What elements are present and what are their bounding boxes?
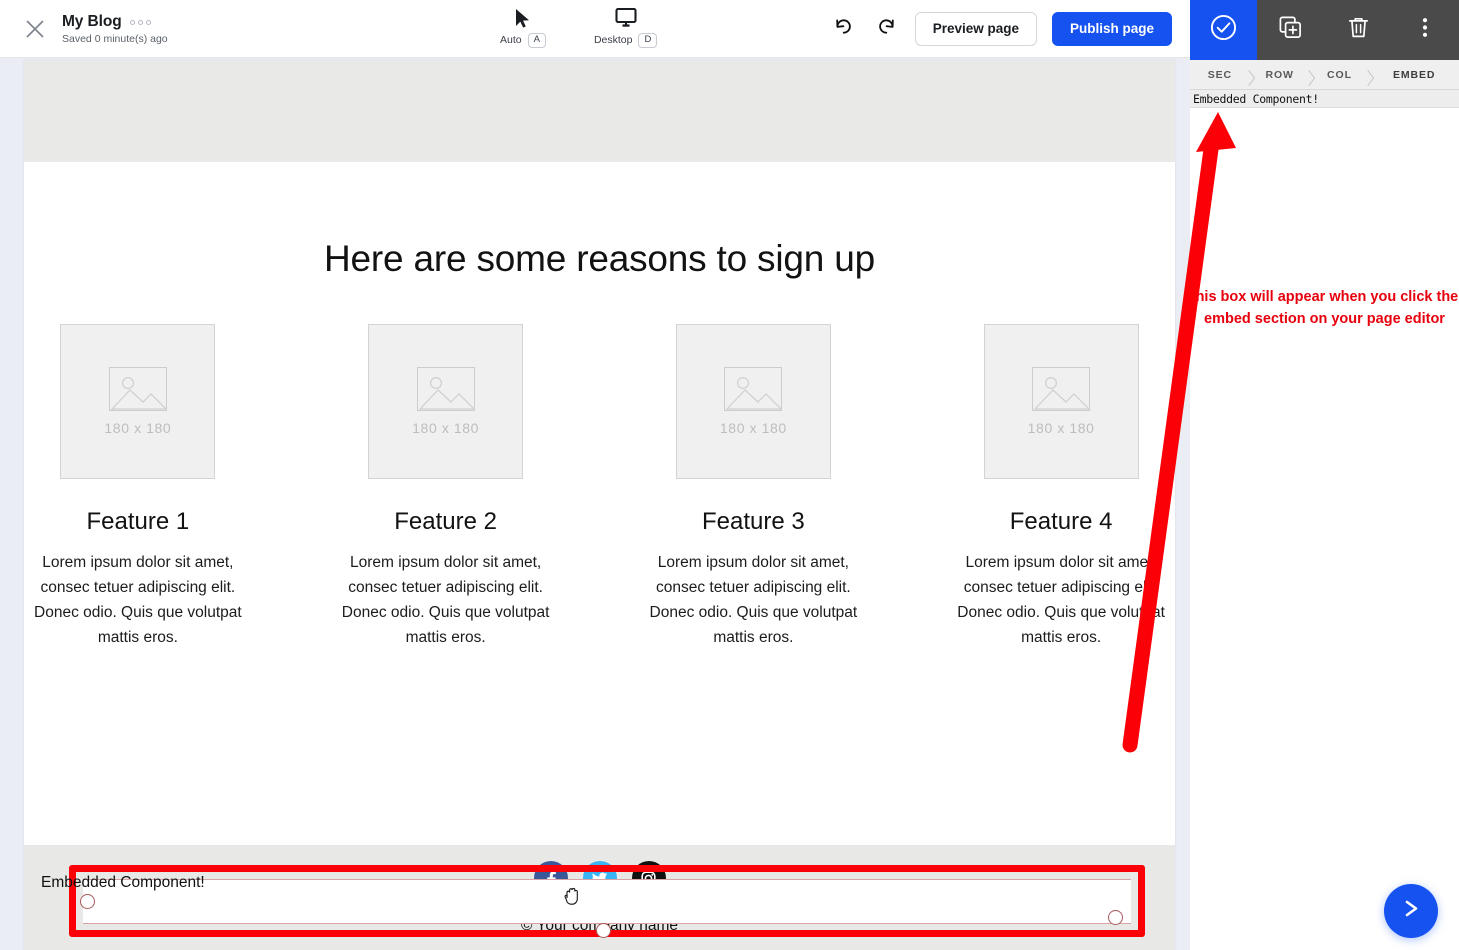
page-title-block: My Blog Saved 0 minute(s) ago bbox=[62, 13, 168, 45]
chevron-right-icon bbox=[1399, 896, 1424, 926]
embed-content-text: Embedded Component! bbox=[1193, 91, 1319, 106]
close-editor-button[interactable] bbox=[18, 12, 52, 46]
trash-delete-icon bbox=[1345, 14, 1372, 46]
element-breadcrumb: SEC ROW COL EMBED bbox=[1190, 60, 1459, 90]
image-placeholder-label: 180 x 180 bbox=[1027, 420, 1095, 436]
viewmode-desktop-label: Desktop bbox=[593, 34, 633, 47]
check-circle-icon bbox=[1208, 12, 1239, 48]
feature-card[interactable]: 180 x 180 Feature 3 Lorem ipsum dolor si… bbox=[640, 324, 868, 650]
annotation-text: this box will appear when you click the … bbox=[1190, 289, 1459, 328]
image-placeholder-label: 180 x 180 bbox=[104, 420, 172, 436]
page-content: Here are some reasons to sign up 180 x 1… bbox=[24, 162, 1175, 938]
viewmode-auto[interactable]: Auto A bbox=[500, 5, 546, 48]
feature-title: Feature 3 bbox=[702, 508, 805, 535]
image-placeholder-label: 180 x 180 bbox=[719, 420, 787, 436]
page-top-band bbox=[24, 60, 1175, 162]
next-fab-button[interactable] bbox=[1384, 884, 1438, 938]
close-x-icon bbox=[24, 18, 46, 40]
feature-title: Feature 1 bbox=[86, 508, 190, 535]
feature-body: Lorem ipsum dolor sit amet, consec tetue… bbox=[34, 554, 242, 647]
preview-page-button[interactable]: Preview page bbox=[914, 11, 1037, 47]
confirm-check-button[interactable] bbox=[1190, 0, 1258, 60]
feature-card[interactable]: 180 x 180 Feature 4 Lorem ipsum dolor si… bbox=[947, 324, 1175, 650]
hero-title: Here are some reasons to sign up bbox=[324, 238, 875, 279]
cursor-arrow-icon bbox=[514, 5, 531, 31]
more-options-button[interactable] bbox=[1391, 0, 1459, 60]
resize-handle-bottom[interactable] bbox=[596, 923, 611, 938]
feature-body: Lorem ipsum dolor sit amet, consec tetue… bbox=[649, 554, 858, 647]
breadcrumb-embed[interactable]: EMBED bbox=[1369, 69, 1459, 81]
viewmode-auto-label: Auto bbox=[500, 34, 522, 47]
feature-body: Lorem ipsum dolor sit amet, consec tetue… bbox=[341, 554, 550, 647]
embedded-component-selection[interactable] bbox=[69, 865, 1145, 938]
image-placeholder-icon bbox=[416, 367, 476, 411]
embedded-component-body[interactable] bbox=[83, 879, 1131, 924]
breadcrumb-row[interactable]: ROW bbox=[1250, 69, 1310, 81]
image-placeholder-icon bbox=[108, 367, 168, 411]
image-placeholder[interactable]: 180 x 180 bbox=[60, 324, 216, 479]
feature-card[interactable]: 180 x 180 Feature 1 Lorem ipsum dolor si… bbox=[24, 324, 252, 650]
top-toolbar: My Blog Saved 0 minute(s) ago Auto A Des… bbox=[0, 0, 1190, 58]
feature-title: Feature 4 bbox=[1009, 508, 1113, 535]
viewmode-desktop[interactable]: Desktop D bbox=[593, 5, 658, 48]
embedded-component-label: Embedded Component! bbox=[41, 874, 205, 891]
kebab-more-icon bbox=[1421, 14, 1429, 46]
page-preview: Here are some reasons to sign up 180 x 1… bbox=[24, 60, 1175, 950]
feature-title: Feature 2 bbox=[394, 508, 497, 535]
breadcrumb-sec[interactable]: SEC bbox=[1190, 69, 1250, 81]
embed-content-preview[interactable]: Embedded Component! bbox=[1190, 90, 1459, 108]
breadcrumb-col[interactable]: COL bbox=[1310, 69, 1370, 81]
image-placeholder-icon bbox=[724, 367, 783, 411]
duplicate-plus-icon bbox=[1277, 14, 1304, 46]
image-placeholder[interactable]: 180 x 180 bbox=[368, 324, 524, 479]
feature-card[interactable]: 180 x 180 Feature 2 Lorem ipsum dolor si… bbox=[332, 324, 560, 650]
image-placeholder-icon bbox=[1032, 367, 1091, 411]
viewmode-group: Auto A Desktop D bbox=[500, 0, 658, 58]
delete-button[interactable] bbox=[1324, 0, 1392, 60]
desktop-monitor-icon bbox=[615, 5, 637, 31]
features-row: 180 x 180 Feature 1 Lorem ipsum dolor si… bbox=[24, 280, 1175, 650]
image-placeholder[interactable]: 180 x 180 bbox=[983, 324, 1139, 479]
resize-handle-left[interactable] bbox=[80, 894, 95, 909]
redo-button[interactable] bbox=[872, 14, 902, 44]
three-dots-icon[interactable] bbox=[129, 20, 151, 25]
duplicate-button[interactable] bbox=[1257, 0, 1325, 60]
redo-arrow-icon bbox=[874, 14, 899, 44]
viewmode-desktop-key: D bbox=[638, 33, 658, 48]
grab-hand-cursor bbox=[563, 885, 582, 912]
page-title: My Blog bbox=[62, 12, 122, 30]
feature-body: Lorem ipsum dolor sit amet, consec tetue… bbox=[957, 554, 1165, 647]
image-placeholder-label: 180 x 180 bbox=[412, 420, 480, 436]
right-panel-toolbar bbox=[1190, 0, 1459, 60]
publish-page-button[interactable]: Publish page bbox=[1051, 11, 1172, 47]
saved-status: Saved 0 minute(s) ago bbox=[62, 32, 168, 45]
resize-handle-right[interactable] bbox=[1108, 910, 1123, 925]
undo-arrow-icon bbox=[831, 14, 856, 44]
viewmode-auto-key: A bbox=[527, 33, 546, 48]
undo-button[interactable] bbox=[829, 14, 859, 44]
right-panel: SEC ROW COL EMBED Embedded Component! th… bbox=[1190, 0, 1459, 950]
toolbar-actions: Preview page Publish page bbox=[829, 0, 1190, 58]
image-placeholder[interactable]: 180 x 180 bbox=[675, 324, 831, 479]
